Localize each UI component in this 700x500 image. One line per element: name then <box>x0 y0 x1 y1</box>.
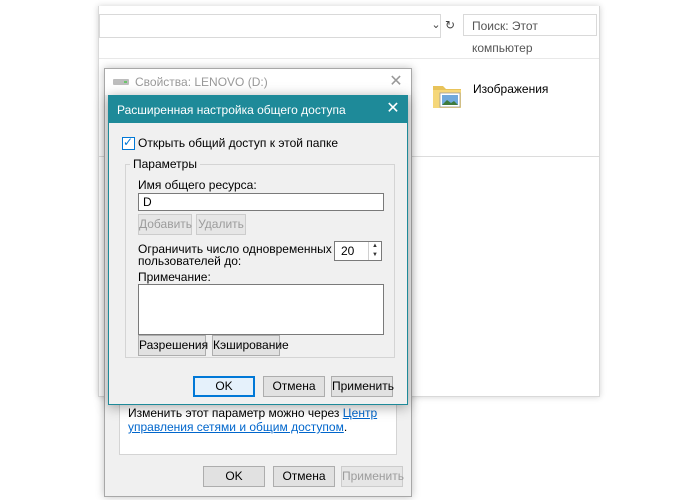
explorer-divider <box>99 58 599 59</box>
advanced-title: Расширенная настройка общего доступа <box>117 103 346 117</box>
user-limit-stepper[interactable]: 20 ▲ ▼ <box>334 241 382 261</box>
share-name-input[interactable]: D <box>138 193 384 211</box>
pictures-folder-icon <box>433 86 461 108</box>
advanced-sharing-dialog: Расширенная настройка общего доступа ✕ ✓… <box>108 95 408 405</box>
ok-button[interactable]: OK <box>193 376 255 397</box>
properties-title: Свойства: LENOVO (D:) <box>135 75 268 89</box>
folder-item-pictures[interactable]: Изображения <box>429 76 589 120</box>
apply-button[interactable]: Применить <box>331 376 394 397</box>
address-input[interactable] <box>99 14 441 38</box>
advanced-titlebar[interactable]: Расширенная настройка общего доступа ✕ <box>109 96 407 123</box>
folder-label: Изображения <box>473 82 549 96</box>
info-end: . <box>343 420 348 434</box>
comment-label: Примечание: <box>138 270 211 284</box>
cancel-button[interactable]: Отмена <box>263 376 325 397</box>
settings-group-title: Параметры <box>130 157 200 171</box>
network-info-text: Изменить этот параметр можно через Центр… <box>128 406 388 434</box>
remove-button[interactable]: Удалить <box>196 214 246 235</box>
refresh-icon[interactable]: ↻ <box>443 18 457 32</box>
close-icon[interactable]: ✕ <box>385 71 407 93</box>
spin-arrows: ▲ ▼ <box>368 242 381 260</box>
settings-group: Параметры Имя общего ресурса: D Добавить… <box>125 157 395 358</box>
properties-titlebar[interactable]: Свойства: LENOVO (D:) ✕ <box>105 69 411 95</box>
share-folder-label: Открыть общий доступ к этой папке <box>138 136 339 150</box>
chevron-down-icon[interactable]: ⌄ <box>429 18 443 32</box>
search-input[interactable]: Поиск: Этот компьютер <box>463 14 597 55</box>
user-limit-value: 20 <box>341 244 355 258</box>
comment-textarea[interactable] <box>138 284 384 335</box>
address-bar: ⌄ ↻ Поиск: Этот компьютер <box>99 14 599 55</box>
spin-up-icon[interactable]: ▲ <box>369 242 381 251</box>
apply-button[interactable]: Применить <box>341 466 404 487</box>
add-button[interactable]: Добавить <box>138 214 192 235</box>
caching-button[interactable]: Кэширование <box>212 335 289 356</box>
drive-icon <box>113 79 129 85</box>
share-name-label: Имя общего ресурса: <box>138 178 257 192</box>
permissions-button[interactable]: Разрешения <box>138 335 208 356</box>
ok-button[interactable]: OK <box>203 466 265 487</box>
share-folder-checkbox[interactable]: ✓ <box>122 135 135 150</box>
close-icon[interactable]: ✕ <box>383 99 403 119</box>
info-text: Изменить этот параметр можно через <box>128 406 343 420</box>
cancel-button[interactable]: Отмена <box>273 466 335 487</box>
limit-label-line2: пользователей до: <box>138 254 242 268</box>
checkmark-icon: ✓ <box>123 135 134 149</box>
spin-down-icon[interactable]: ▼ <box>369 251 381 260</box>
